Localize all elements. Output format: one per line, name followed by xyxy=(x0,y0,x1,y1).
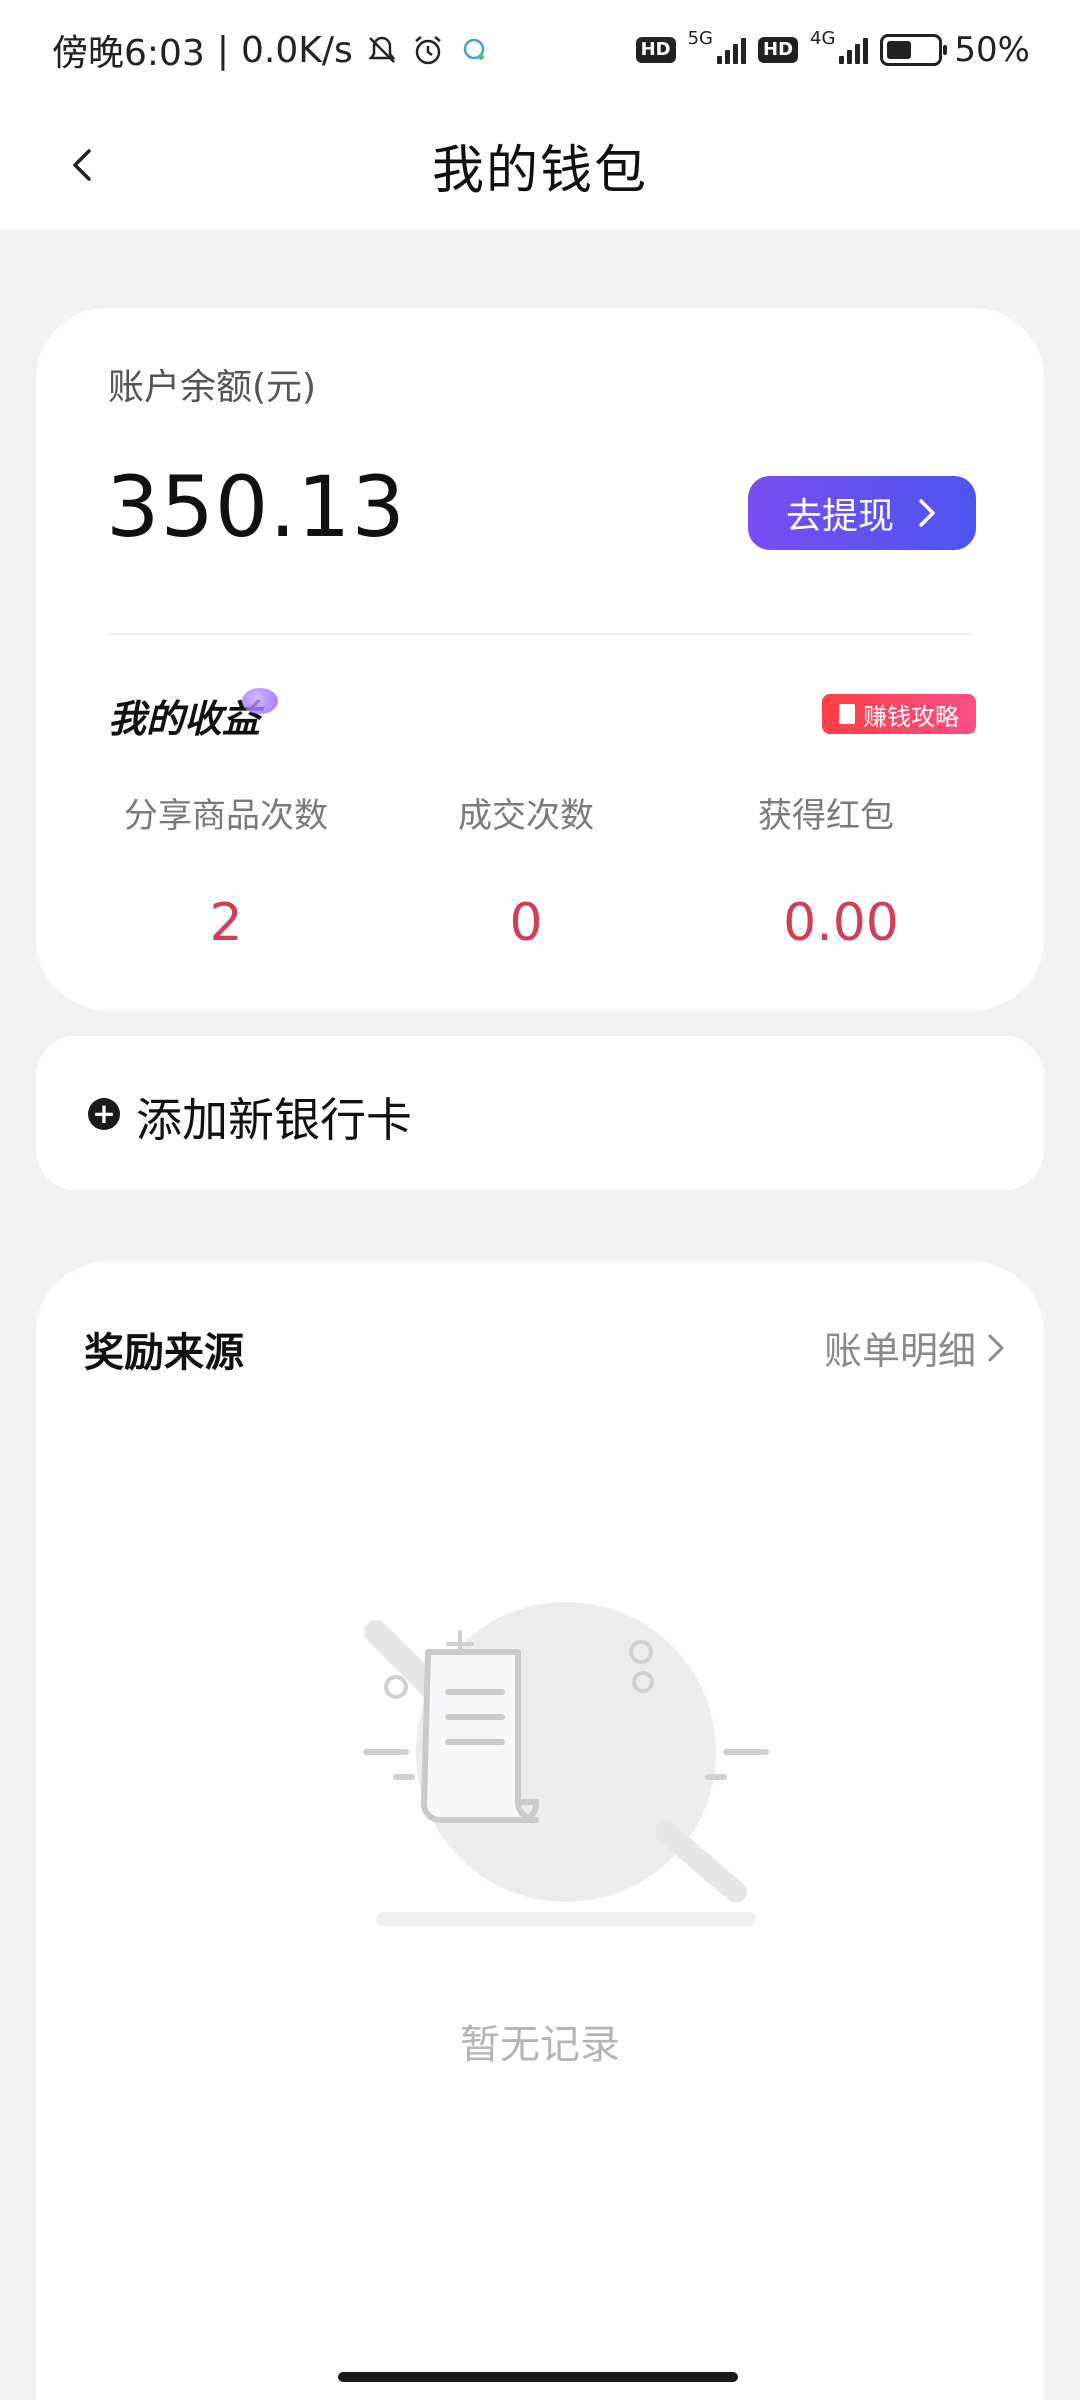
add-bank-card-button[interactable]: + 添加新银行卡 xyxy=(36,1036,1044,1190)
page-title: 我的钱包 xyxy=(431,140,648,201)
earn-strategy-button[interactable]: 赚钱攻略 xyxy=(822,694,976,734)
status-separator: | xyxy=(216,29,229,71)
hd-badge: HD xyxy=(635,37,676,63)
status-bar: 傍晚6:03 | 0.0K/s HD 5G HD 4G 50% xyxy=(0,0,1080,100)
stat-value-shares: 2 xyxy=(209,893,243,953)
hd-badge-2: HD xyxy=(758,37,799,63)
status-time: 傍晚6:03 xyxy=(52,33,205,74)
chevron-left-icon xyxy=(73,149,91,181)
stat-label-redpackets: 获得红包 xyxy=(758,796,894,836)
heart-decoration-icon xyxy=(242,688,279,714)
divider xyxy=(108,633,972,635)
empty-records-illustration-icon xyxy=(363,1602,769,1926)
bill-details-label: 账单明细 xyxy=(823,1329,976,1373)
battery-fill xyxy=(887,41,912,59)
stat-label-shares: 分享商品次数 xyxy=(124,796,328,836)
status-speed: 0.0K/s xyxy=(240,29,353,71)
signal-5g-icon xyxy=(717,36,746,64)
balance-card: 账户余额(元) 350.13 去提现 我的收益 赚钱攻略 分享商品次数 成交次数… xyxy=(36,308,1044,1010)
bill-details-link[interactable]: 账单明细 xyxy=(824,1320,1006,1375)
network-5g-label: 5G xyxy=(687,27,713,49)
battery-icon xyxy=(880,34,948,66)
earn-strategy-label: 赚钱攻略 xyxy=(863,702,959,731)
add-bank-card-label: 添加新银行卡 xyxy=(136,1093,412,1147)
rewards-title: 奖励来源 xyxy=(84,1330,244,1376)
stat-label-deals: 成交次数 xyxy=(458,796,594,836)
withdraw-label: 去提现 xyxy=(785,496,894,537)
back-button[interactable] xyxy=(48,130,118,200)
earnings-title: 我的收益 xyxy=(108,688,279,743)
network-4g-label: 4G xyxy=(810,27,836,49)
balance-label: 账户余额(元) xyxy=(108,367,317,408)
plus-circle-icon: + xyxy=(88,1098,120,1130)
empty-records-text: 暂无记录 xyxy=(460,2022,620,2068)
chevron-right-icon xyxy=(919,499,935,527)
mute-bell-icon xyxy=(365,33,399,67)
battery-percent: 50% xyxy=(954,30,1030,70)
stat-value-redpackets: 0.00 xyxy=(783,893,899,953)
chat-bubble-icon xyxy=(457,33,491,67)
status-right: HD 5G HD 4G 50% xyxy=(635,27,1030,70)
status-left: 傍晚6:03 | 0.0K/s xyxy=(52,24,491,76)
withdraw-button[interactable]: 去提现 xyxy=(748,476,976,550)
balance-value: 350.13 xyxy=(106,458,406,556)
chevron-right-icon xyxy=(988,1334,1004,1361)
document-icon xyxy=(839,704,855,724)
app-header: 我的钱包 xyxy=(0,100,1080,230)
alarm-icon xyxy=(411,33,445,67)
stat-value-deals: 0 xyxy=(509,893,543,953)
home-indicator[interactable] xyxy=(338,2372,738,2382)
signal-4g-icon xyxy=(839,36,869,64)
rewards-card: 奖励来源 账单明细 暂无记录 xyxy=(36,1262,1044,2400)
earnings-title-text: 我的收益 xyxy=(108,697,261,741)
